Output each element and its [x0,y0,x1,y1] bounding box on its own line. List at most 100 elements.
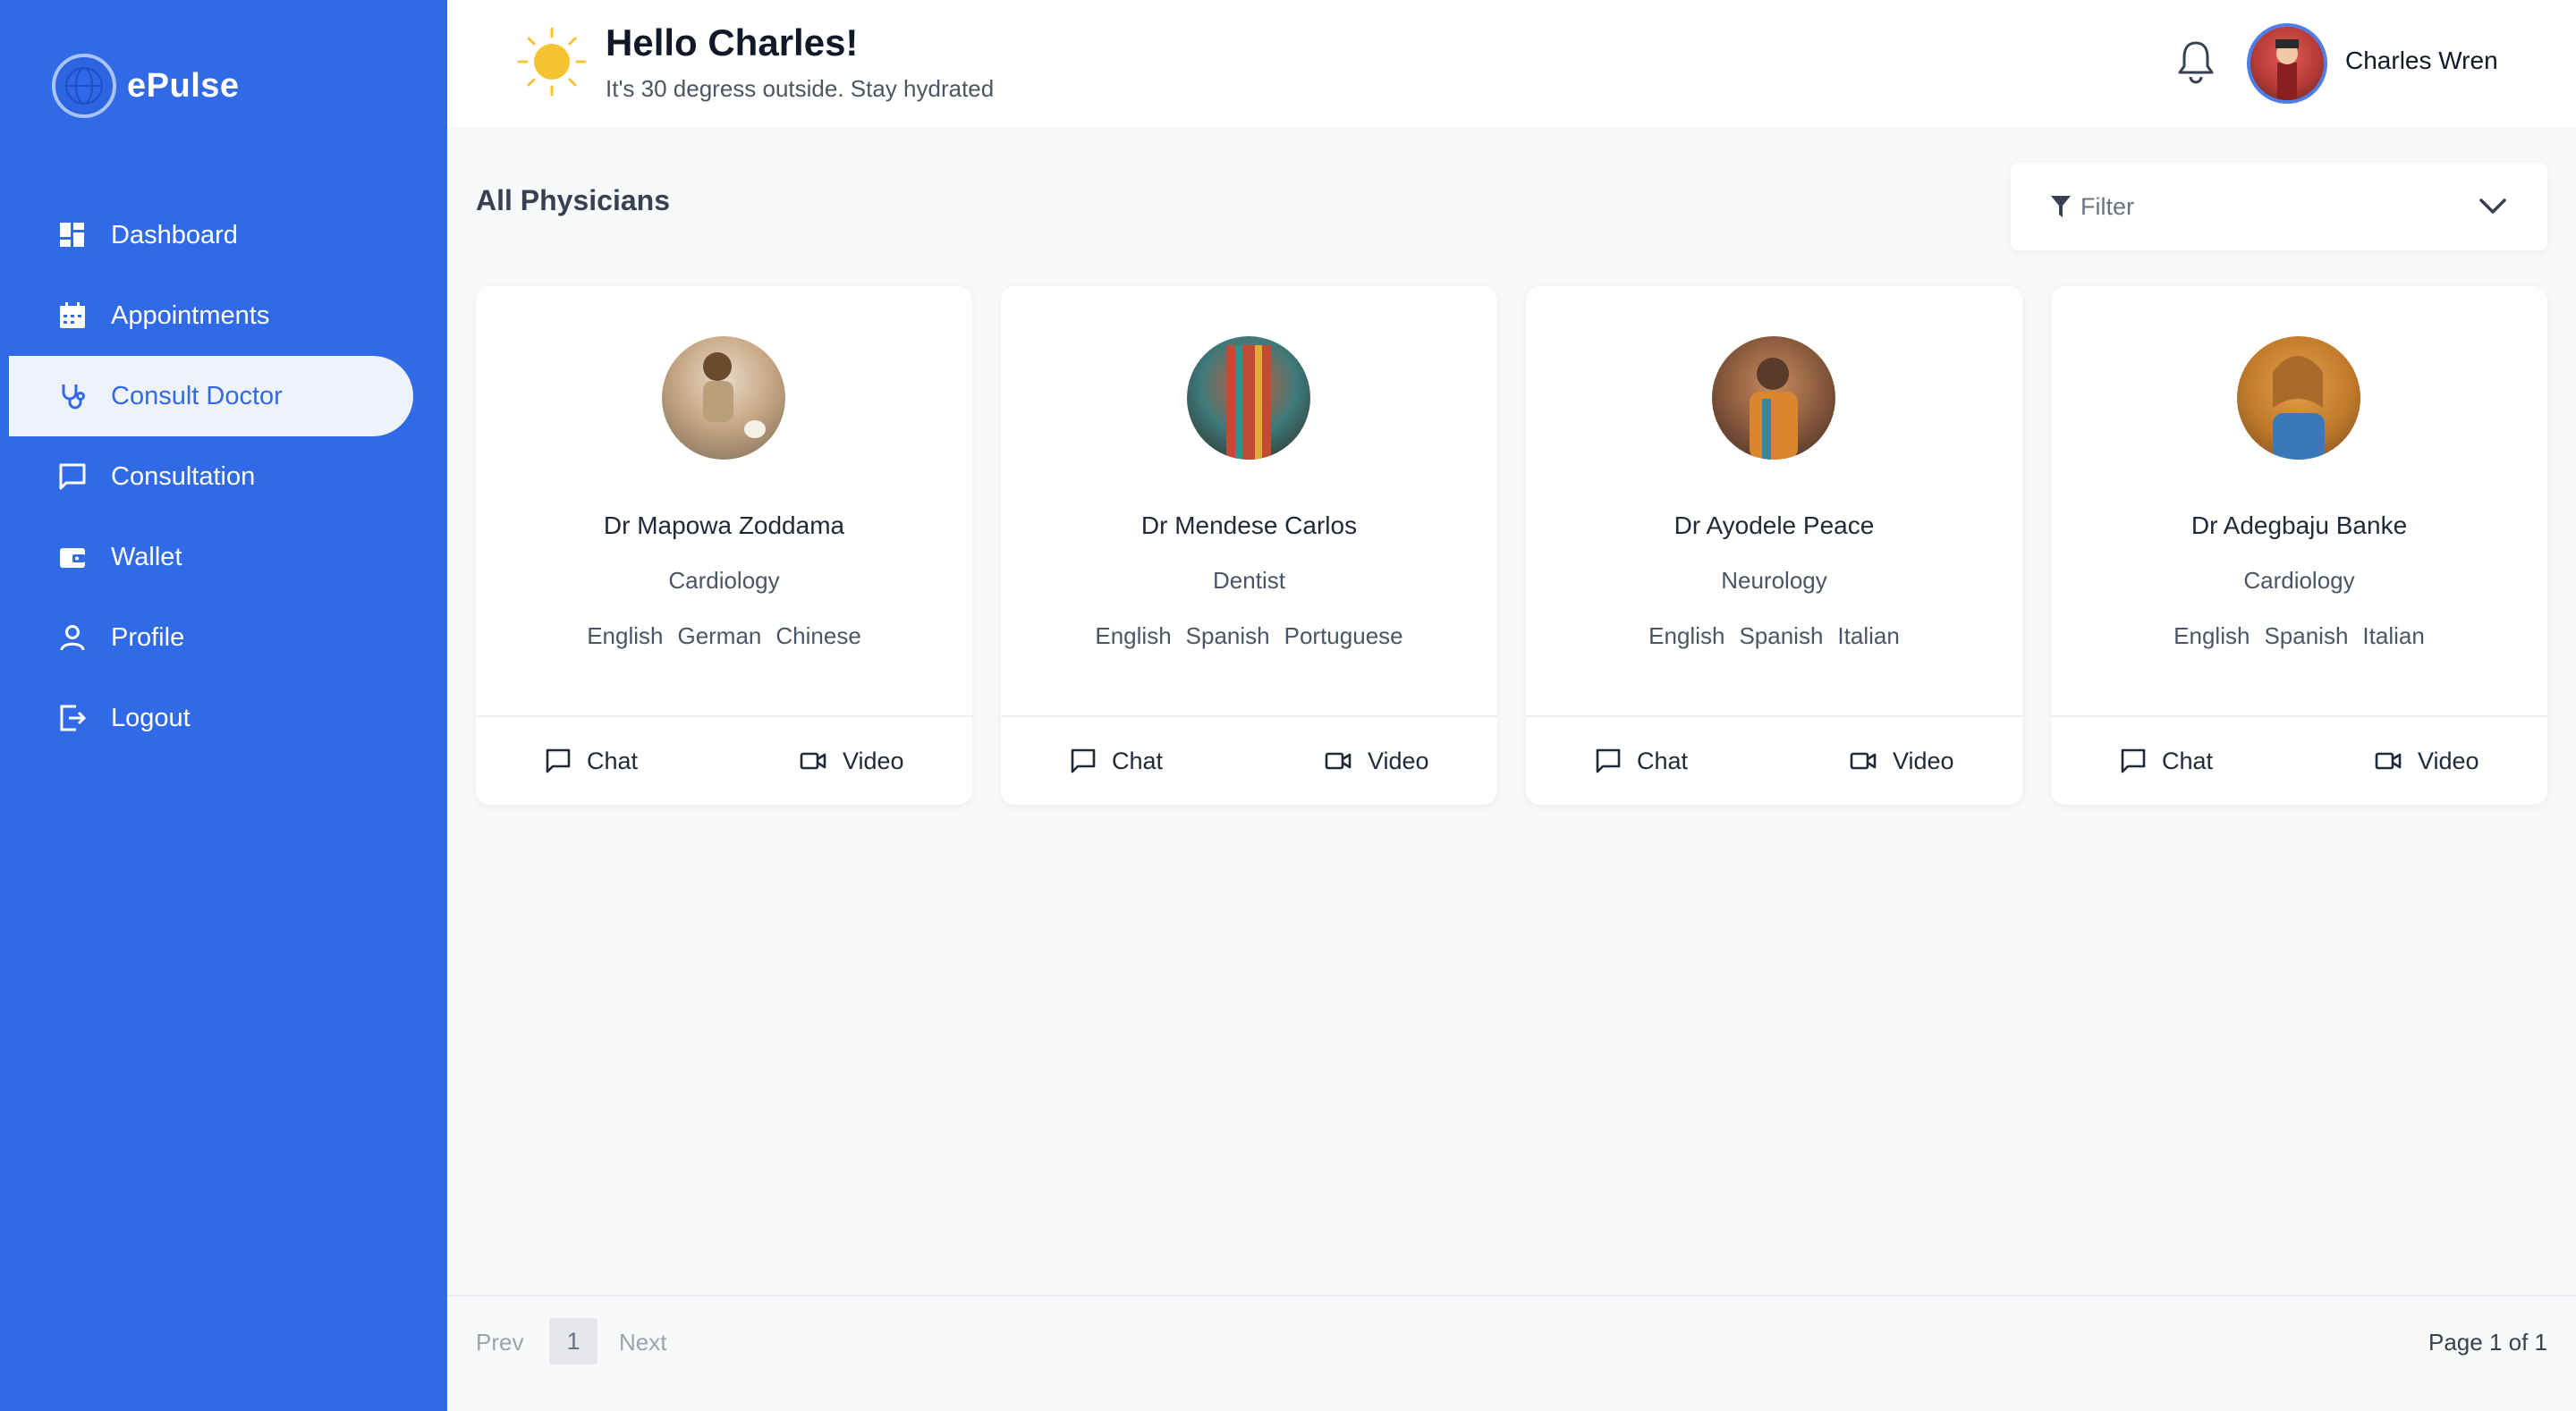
video-button[interactable]: Video [1325,733,1429,789]
physician-card: Dr Mapowa Zoddama Cardiology English Germ… [476,286,972,805]
physician-languages: English Spanish Italian [2051,622,2547,650]
card-divider [1001,715,1497,717]
pagination-bar: Prev 1 Next Page 1 of 1 [447,1295,2576,1411]
language-tag: Portuguese [1284,622,1403,649]
filter-icon [2050,195,2072,218]
physician-specialty: Dentist [1213,567,1285,594]
language-tag: English [2174,622,2250,649]
prev-page-button[interactable]: Prev [476,1329,523,1356]
chat-button[interactable]: Chat [1071,733,1163,789]
chat-label: Chat [587,747,639,774]
chat-button[interactable]: Chat [546,733,638,789]
sidebar-item-label: Logout [111,703,191,732]
chat-button[interactable]: Chat [2121,733,2213,789]
language-tag: English [1648,622,1725,649]
physician-specialty: Neurology [1721,567,1827,594]
sidebar: ePulse Dashboard Appointments Consult Do… [0,0,447,1411]
app-name: ePulse [127,66,240,105]
physician-specialty: Cardiology [2243,567,2355,594]
next-page-button[interactable]: Next [619,1329,666,1356]
video-button[interactable]: Video [800,733,904,789]
sidebar-item-label: Appointments [111,300,270,330]
video-camera-icon [800,752,826,770]
physician-avatar [662,336,785,460]
chat-icon [546,748,571,773]
greeting-title: Hello Charles! [606,21,859,63]
physician-name: Dr Mapowa Zoddama [603,511,845,539]
chat-icon [1071,748,1096,773]
physician-languages: English German Chinese [476,622,972,650]
app-logo[interactable]: ePulse [52,54,240,118]
language-tag: Italian [2362,622,2425,649]
sidebar-item-consult-doctor[interactable]: Consult Doctor [9,356,413,436]
physician-card: Dr Adegbaju Banke Cardiology English Span… [2051,286,2547,805]
page-status: Page 1 of 1 [2428,1329,2547,1356]
language-tag: Italian [1837,622,1900,649]
sidebar-item-profile[interactable]: Profile [0,597,447,678]
greeting-subtitle: It's 30 degress outside. Stay hydrated [606,75,995,102]
physician-avatar [1187,336,1310,460]
sidebar-nav: Dashboard Appointments Consult Doctor Co… [0,195,447,758]
wallet-icon [57,542,88,572]
video-camera-icon [1850,752,1877,770]
user-avatar[interactable] [2247,23,2327,104]
sun-icon [517,27,587,97]
card-divider [1526,715,2022,717]
chat-icon [2121,748,2146,773]
card-divider [476,715,972,717]
chat-button[interactable]: Chat [1596,733,1688,789]
physician-languages: English Spanish Portuguese [1001,622,1497,650]
physician-name: Dr Mendese Carlos [1140,511,1358,539]
language-tag: Spanish [1739,622,1824,649]
sidebar-item-label: Wallet [111,542,182,571]
physician-languages: English Spanish Italian [1526,622,2022,650]
bell-icon[interactable] [2175,39,2216,84]
physician-name: Dr Adegbaju Banke [2190,511,2408,539]
video-label: Video [1893,747,1954,774]
sidebar-item-label: Dashboard [111,220,238,249]
filter-label: Filter [2080,192,2134,220]
physician-avatar [1712,336,1835,460]
chat-icon [1596,748,1621,773]
logo-globe-icon [52,54,116,118]
language-tag: English [587,622,664,649]
sidebar-item-consultation[interactable]: Consultation [0,436,447,517]
chat-icon [57,461,88,492]
language-tag: Spanish [2264,622,2349,649]
filter-dropdown[interactable]: Filter [2011,163,2547,250]
stethoscope-icon [57,381,88,411]
chat-label: Chat [1112,747,1164,774]
sidebar-item-wallet[interactable]: Wallet [0,517,447,597]
video-label: Video [1368,747,1429,774]
page-number-button[interactable]: 1 [549,1318,597,1365]
user-name[interactable]: Charles Wren [2345,46,2498,75]
physician-avatar [2237,336,2360,460]
chat-label: Chat [1637,747,1689,774]
sidebar-item-label: Consultation [111,461,256,491]
logout-icon [57,703,88,733]
video-button[interactable]: Video [1850,733,1954,789]
sidebar-item-dashboard[interactable]: Dashboard [0,195,447,275]
video-label: Video [843,747,904,774]
card-divider [2051,715,2547,717]
physician-card: Dr Mendese Carlos Dentist English Spanish… [1001,286,1497,805]
user-icon [57,622,88,653]
video-button[interactable]: Video [2375,733,2479,789]
page-title: All Physicians [476,184,670,216]
chevron-down-icon [2478,193,2508,220]
calendar-icon [57,300,88,331]
video-camera-icon [1325,752,1352,770]
physician-name: Dr Ayodele Peace [1674,511,1875,539]
sidebar-item-label: Consult Doctor [111,381,283,410]
video-camera-icon [2375,752,2402,770]
dashboard-icon [57,220,88,250]
sidebar-item-appointments[interactable]: Appointments [0,275,447,356]
language-tag: German [677,622,762,649]
language-tag: Chinese [775,622,861,649]
physician-specialty: Cardiology [668,567,780,594]
sidebar-item-label: Profile [111,622,185,652]
language-tag: English [1095,622,1172,649]
language-tag: Spanish [1185,622,1270,649]
chat-label: Chat [2162,747,2214,774]
sidebar-item-logout[interactable]: Logout [0,678,447,758]
